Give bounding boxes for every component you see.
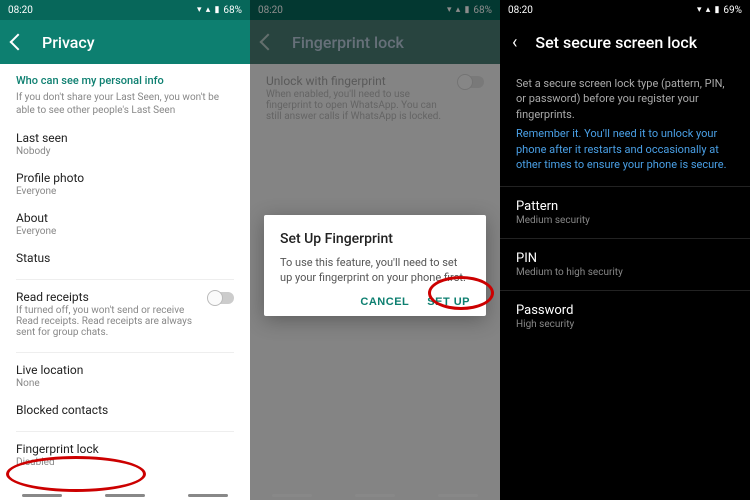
dialog-body: To use this feature, you'll need to set … <box>280 255 470 286</box>
item-title: Read receipts <box>16 290 200 304</box>
header: ‹ Set secure screen lock <box>500 20 750 64</box>
item-status[interactable]: Status <box>16 251 234 265</box>
nav-bar <box>250 490 500 500</box>
item-sub: Medium to high security <box>516 267 734 278</box>
header: Privacy <box>0 20 250 64</box>
divider <box>16 279 234 280</box>
item-title: Live location <box>16 363 234 377</box>
item-sub: Disabled <box>16 457 234 468</box>
item-title: Blocked contacts <box>16 403 234 417</box>
item-sub: None <box>16 378 234 389</box>
item-title: Status <box>16 251 234 265</box>
nav-home[interactable] <box>105 494 145 497</box>
divider <box>16 431 234 432</box>
item-sub: Medium security <box>516 215 734 226</box>
page-title: Set secure screen lock <box>535 33 697 52</box>
status-battery: 69% <box>723 5 742 16</box>
divider <box>16 352 234 353</box>
read-receipts-toggle[interactable] <box>208 292 234 304</box>
option-pattern[interactable]: Pattern Medium security <box>500 186 750 238</box>
item-sub: Everyone <box>16 186 234 197</box>
item-sub: Nobody <box>16 146 234 157</box>
screen-privacy: 08:20 ▾ ▴ ▮ 68% Privacy Who can see my p… <box>0 0 250 500</box>
setup-fingerprint-dialog: Set Up Fingerprint To use this feature, … <box>264 215 486 316</box>
item-sub: If turned off, you won't send or receive… <box>16 305 200 338</box>
status-icons: ▾ ▴ ▮ <box>697 5 720 15</box>
item-title: Last seen <box>16 131 234 145</box>
item-read-receipts[interactable]: Read receipts If turned off, you won't s… <box>16 290 234 338</box>
status-bar: 08:20 ▾ ▴ ▮ 68% <box>0 0 250 20</box>
item-blocked-contacts[interactable]: Blocked contacts <box>16 403 234 417</box>
item-profile-photo[interactable]: Profile photo Everyone <box>16 171 234 197</box>
item-title: Password <box>516 303 734 318</box>
item-title: About <box>16 211 234 225</box>
dialog-title: Set Up Fingerprint <box>280 231 470 247</box>
setup-button[interactable]: SET UP <box>427 296 470 308</box>
back-icon[interactable] <box>10 34 27 51</box>
status-time: 08:20 <box>8 5 33 16</box>
item-title: Pattern <box>516 199 734 214</box>
back-icon[interactable]: ‹ <box>512 32 517 53</box>
nav-recent[interactable] <box>272 494 312 497</box>
status-time: 08:20 <box>508 5 533 16</box>
option-pin[interactable]: PIN Medium to high security <box>500 238 750 290</box>
item-about[interactable]: About Everyone <box>16 211 234 237</box>
lock-description: Set a secure screen lock type (pattern, … <box>500 64 750 126</box>
nav-back[interactable] <box>438 494 478 497</box>
status-battery: 68% <box>223 5 242 16</box>
nav-bar <box>0 490 250 500</box>
cancel-button[interactable]: CANCEL <box>360 296 409 308</box>
item-sub: High security <box>516 319 734 330</box>
item-last-seen[interactable]: Last seen Nobody <box>16 131 234 157</box>
page-title: Privacy <box>42 33 95 52</box>
screen-fingerprint-lock: 08:20 ▾ ▴ ▮ 68% Fingerprint lock Unlock … <box>250 0 500 500</box>
item-sub: Everyone <box>16 226 234 237</box>
last-seen-note: If you don't share your Last Seen, you w… <box>16 91 234 117</box>
option-password[interactable]: Password High security <box>500 290 750 342</box>
status-bar: 08:20 ▾ ▴ ▮ 69% <box>500 0 750 20</box>
item-live-location[interactable]: Live location None <box>16 363 234 389</box>
item-title: Fingerprint lock <box>16 442 234 456</box>
lock-warning: Remember it. You'll need it to unlock yo… <box>500 126 750 186</box>
screen-secure-lock: 08:20 ▾ ▴ ▮ 69% ‹ Set secure screen lock… <box>500 0 750 500</box>
item-title: Profile photo <box>16 171 234 185</box>
nav-recent[interactable] <box>22 494 62 497</box>
item-fingerprint-lock[interactable]: Fingerprint lock Disabled <box>16 442 234 468</box>
nav-home[interactable] <box>355 494 395 497</box>
section-header-personal-info: Who can see my personal info <box>16 74 234 87</box>
item-title: PIN <box>516 251 734 266</box>
nav-back[interactable] <box>188 494 228 497</box>
status-icons: ▾ ▴ ▮ <box>197 5 220 15</box>
